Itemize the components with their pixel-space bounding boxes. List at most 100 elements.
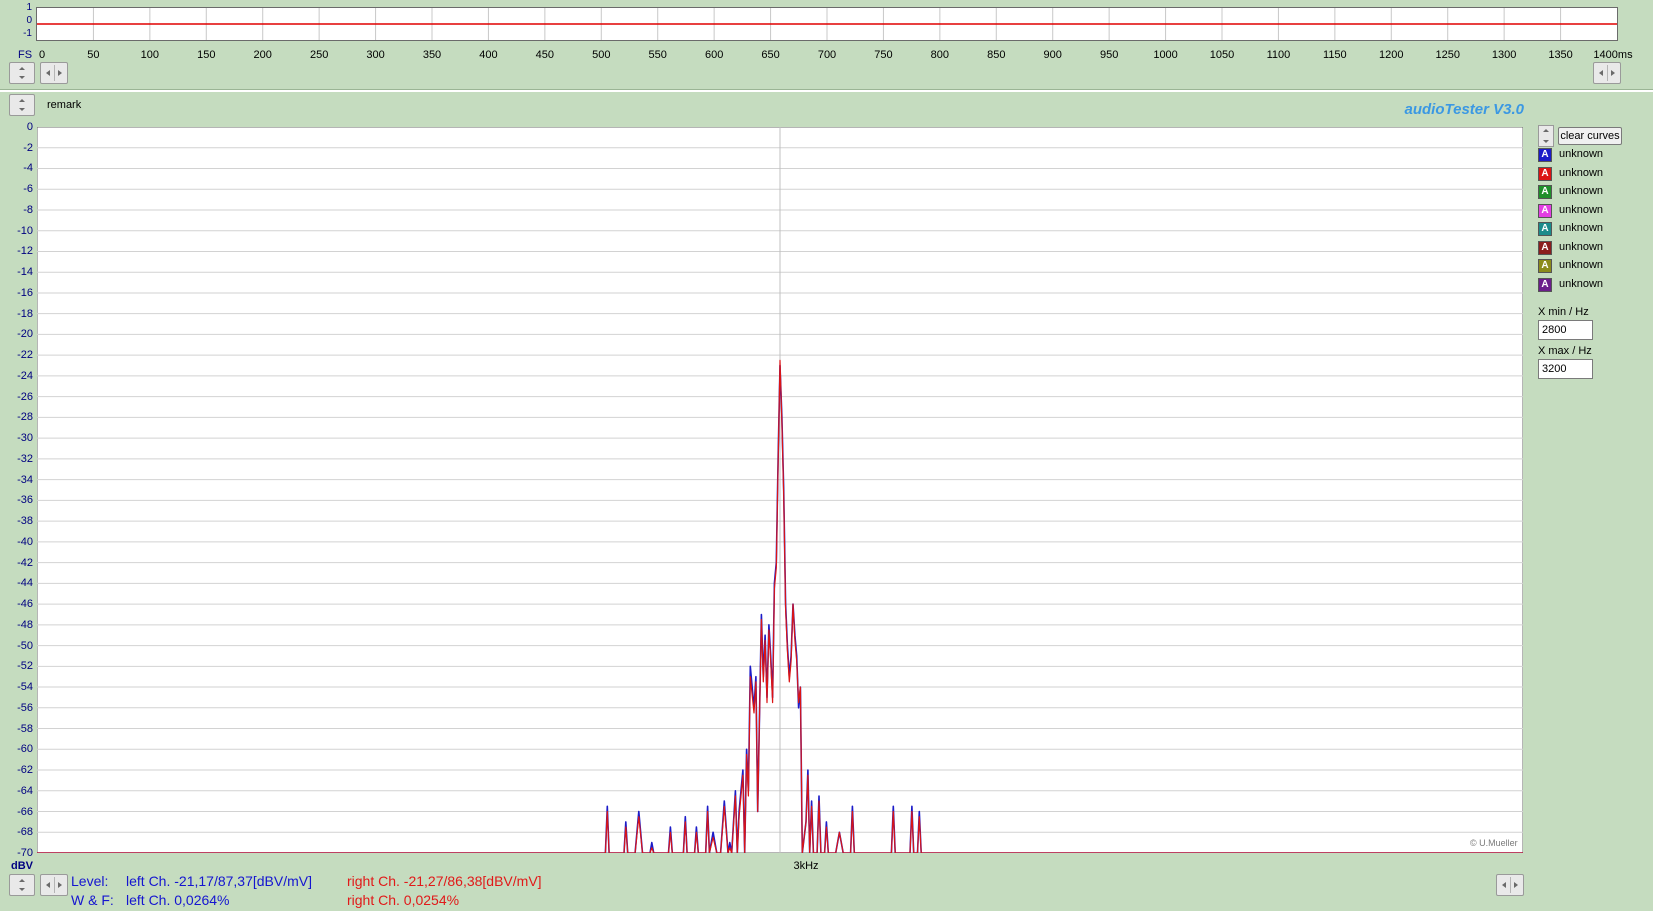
top-x-tick-label: 1350 (1548, 49, 1573, 61)
remark-spin-button[interactable] (9, 94, 35, 116)
legend-item[interactable]: Aunknown (1538, 147, 1638, 164)
legend-label: unknown (1559, 203, 1604, 216)
legend-item[interactable]: Aunknown (1538, 240, 1638, 257)
y-tick-label: -38 (17, 515, 33, 528)
top-x-tick-label: 1150 (1323, 49, 1347, 61)
top-x-tick-label: 600 (704, 49, 724, 61)
top-x-tick-label: 800 (930, 49, 950, 61)
scroll-right-icon (58, 882, 62, 888)
curve-color-icon[interactable]: A (1538, 185, 1552, 199)
level-left-value: left Ch. -21,17/87,37[dBV/mV] (126, 873, 312, 889)
curve-color-icon[interactable]: A (1538, 240, 1552, 255)
y-tick-label: -6 (23, 183, 33, 196)
scroll-right-icon (1514, 882, 1518, 888)
time-domain-plot (36, 7, 1618, 41)
curves-spin-button[interactable] (1538, 125, 1554, 147)
top-x-tick-label: 450 (535, 49, 555, 61)
x-axis-center-label: 3kHz (793, 860, 819, 872)
top-left-scroll[interactable] (40, 62, 68, 84)
y-tick-label: -30 (17, 432, 33, 445)
y-tick-label: -24 (17, 369, 33, 382)
clear-curves-button[interactable]: clear curves (1558, 127, 1622, 145)
y-tick-label: -36 (17, 494, 33, 507)
top-x-tick-label: 1200 (1379, 49, 1404, 61)
top-y-tick-label: 0 (26, 15, 32, 26)
x-max-input[interactable] (1538, 359, 1593, 379)
bottom-right-scroll[interactable] (1496, 874, 1524, 896)
pane-divider[interactable] (0, 89, 1653, 92)
scroll-left-icon (46, 70, 50, 76)
y-tick-label: -32 (17, 452, 33, 465)
top-x-tick-label: 650 (761, 49, 780, 61)
bottom-left-scroll[interactable] (40, 874, 68, 896)
y-tick-label: -70 (17, 847, 33, 859)
y-tick-label: -54 (17, 681, 33, 694)
legend-item[interactable]: Aunknown (1538, 277, 1638, 294)
y-axis-unit: dBV (11, 860, 33, 872)
curve-color-icon[interactable]: A (1538, 277, 1552, 292)
top-x-tick-label: 750 (874, 49, 893, 61)
top-x-tick-label: 1100 (1266, 49, 1291, 61)
top-x-tick-label: 950 (1099, 49, 1119, 61)
legend-item[interactable]: Aunknown (1538, 221, 1638, 238)
y-tick-label: -2 (23, 141, 33, 154)
legend-item[interactable]: Aunknown (1538, 203, 1638, 220)
y-tick-label: 0 (26, 121, 33, 133)
legend-item[interactable]: Aunknown (1538, 166, 1638, 183)
curve-color-icon[interactable]: A (1538, 166, 1552, 181)
x-max-label: X max / Hz (1538, 345, 1592, 357)
top-x-tick-label: 150 (197, 49, 216, 61)
legend-label: unknown (1559, 185, 1604, 197)
legend-item[interactable]: Aunknown (1538, 258, 1638, 275)
curve-color-icon[interactable]: A (1538, 203, 1552, 218)
top-x-tick-label: 1000 (1153, 49, 1178, 61)
legend-item[interactable]: Aunknown (1538, 184, 1638, 201)
y-tick-label: -46 (17, 598, 33, 611)
top-x-tick-label: 300 (366, 49, 385, 61)
y-tick-label: -8 (23, 203, 33, 216)
top-x-tick-label: 850 (987, 49, 1006, 61)
bottom-spin-button[interactable] (9, 874, 35, 896)
legend-label: unknown (1559, 166, 1604, 179)
wf-left-value: left Ch. 0,0264% (126, 892, 230, 908)
y-tick-label: -50 (17, 639, 33, 652)
y-tick-label: -4 (23, 162, 33, 175)
top-right-scroll[interactable] (1593, 62, 1621, 84)
fs-label: FS (18, 49, 33, 61)
top-x-tick-label: 400 (479, 49, 498, 61)
y-tick-label: -10 (17, 224, 33, 237)
remark-label: remark (47, 99, 82, 111)
scroll-left-icon (46, 882, 50, 888)
curve-color-icon[interactable]: A (1538, 222, 1552, 236)
top-x-tick-label: 900 (1043, 49, 1062, 61)
y-tick-label: -40 (17, 535, 33, 548)
level-right-value: right Ch. -21,27/86,38[dBV/mV] (347, 873, 542, 889)
y-tick-label: -22 (17, 349, 33, 362)
top-x-tick-label: 1400ms (1593, 49, 1633, 61)
scroll-left-icon (1599, 70, 1603, 76)
y-tick-label: -34 (17, 473, 33, 486)
legend-label: unknown (1559, 222, 1604, 234)
y-tick-label: -18 (17, 307, 33, 320)
time-domain-svg (37, 8, 1617, 40)
top-x-tick-label: 250 (309, 49, 329, 61)
y-tick-label: -58 (17, 722, 33, 735)
top-x-tick-label: 1250 (1435, 49, 1460, 61)
top-x-tick-label: 100 (140, 49, 160, 61)
top-y-tick-label: -1 (23, 28, 32, 39)
curve-color-icon[interactable]: A (1538, 259, 1552, 273)
y-tick-label: -48 (17, 618, 33, 631)
y-tick-label: -68 (17, 826, 33, 839)
copyright-text: © U.Mueller (1470, 838, 1518, 848)
x-min-input[interactable] (1538, 320, 1593, 340)
scroll-right-icon (1611, 70, 1615, 76)
scroll-left-icon (1502, 882, 1506, 888)
y-tick-label: -20 (17, 328, 33, 341)
curve-color-icon[interactable]: A (1538, 148, 1552, 162)
y-tick-label: -64 (17, 784, 33, 797)
top-x-tick-label: 200 (253, 49, 272, 61)
wf-label: W & F: (71, 892, 114, 908)
top-x-tick-label: 550 (648, 49, 667, 61)
top-spin-button[interactable] (9, 62, 35, 84)
app-brand: audioTester V3.0 (1404, 101, 1525, 118)
